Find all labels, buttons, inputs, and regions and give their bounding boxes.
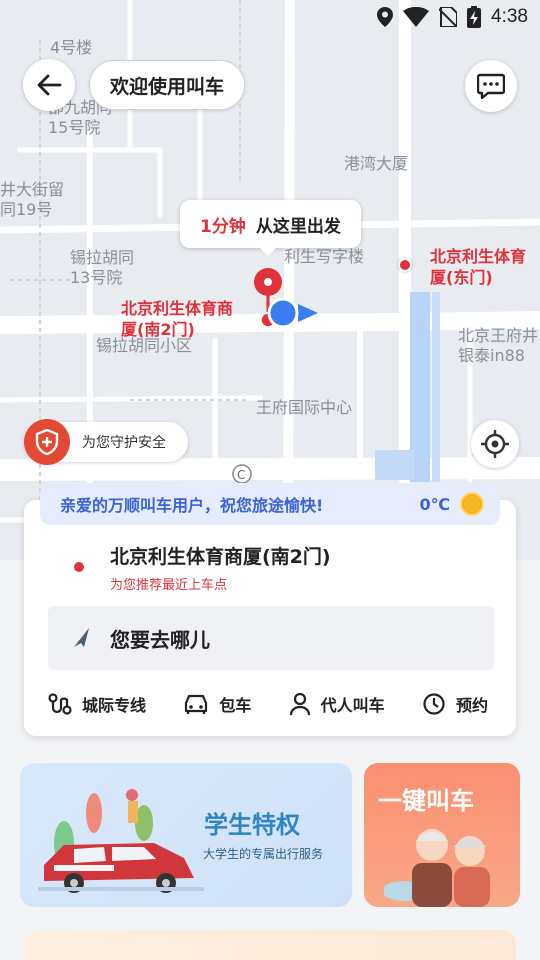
- messages-button[interactable]: [465, 60, 517, 112]
- pickup-eta: 1分钟: [200, 216, 246, 237]
- student-promo-title: 学生特权: [204, 811, 300, 839]
- elderly-couple-illustration: [384, 829, 490, 907]
- shield-icon: [24, 419, 70, 465]
- no-sim-icon: [439, 7, 458, 27]
- service-bar: 城际专线 包车 代人叫车 预约: [48, 690, 488, 718]
- one-key-call-card[interactable]: 一键叫车: [364, 763, 520, 907]
- student-promo-subtitle: 大学生的专属出行服务: [203, 847, 324, 861]
- map-label: 王府国际中心: [256, 398, 353, 417]
- intercity-route-icon: [48, 693, 72, 715]
- my-location-icon: [267, 298, 318, 329]
- service-charter[interactable]: 包车: [183, 690, 251, 718]
- pickup-name: 北京利生体育商厦(南2门): [110, 546, 331, 568]
- poi-label-east-gate[interactable]: 北京利生体育 厦(东门): [430, 246, 526, 288]
- map-label: 4号楼: [50, 38, 93, 57]
- service-label: 预约: [455, 696, 488, 715]
- person-icon: [289, 692, 310, 716]
- map-view[interactable]: C 4号楼 部九胡同 15号院 港湾大厦 井大街留 同19号 锡拉胡同 13号院…: [0, 0, 540, 560]
- service-reserve[interactable]: 预约: [422, 690, 488, 718]
- sun-icon: [462, 494, 482, 514]
- temperature: 0℃: [419, 494, 450, 514]
- greeting-banner: 亲爱的万顺叫车用户，祝您旅途愉快! 0℃: [40, 483, 500, 525]
- pickup-eta-bubble: 1分钟 从这里出发: [180, 200, 361, 256]
- pickup-hint: 为您推荐最近上车点: [110, 578, 228, 593]
- service-label: 包车: [219, 696, 252, 715]
- battery-charging-icon: [467, 6, 482, 28]
- map-label: 锡拉胡同 13号院: [70, 248, 135, 287]
- poi-label-south-gate[interactable]: 北京利生体育商 厦(南2门): [121, 298, 233, 340]
- student-promo-card[interactable]: 学生特权 大学生的专属出行服务: [20, 763, 352, 907]
- back-button[interactable]: [23, 59, 75, 111]
- service-label: 城际专线: [82, 696, 147, 715]
- service-proxy-call[interactable]: 代人叫车: [289, 690, 385, 718]
- one-key-call-title: 一键叫车: [378, 787, 474, 815]
- navigation-arrow-icon: [74, 628, 89, 647]
- car-illustration: [38, 789, 204, 893]
- charter-car-icon: [185, 694, 208, 714]
- safety-button[interactable]: 为您守护安全: [24, 419, 188, 465]
- crosshair-icon: [481, 430, 509, 458]
- clock-icon: [423, 693, 445, 715]
- more-promo-card[interactable]: [24, 930, 516, 960]
- map-label: 北京王府井 银泰in88: [458, 326, 539, 365]
- pickup-dot-icon: [74, 562, 84, 572]
- svg-text:C: C: [237, 468, 245, 482]
- poi-marker-east-gate[interactable]: [398, 258, 412, 272]
- locate-button[interactable]: [471, 420, 519, 468]
- wifi-icon: [403, 7, 430, 27]
- map-label: 港湾大厦: [344, 154, 409, 173]
- pickup-eta-text: 从这里出发: [255, 216, 341, 237]
- page-title: 欢迎使用叫车: [89, 60, 246, 110]
- destination-input[interactable]: 您要去哪儿: [48, 606, 494, 670]
- service-label: 代人叫车: [320, 696, 385, 715]
- destination-placeholder: 您要去哪儿: [110, 627, 210, 652]
- status-time: 4:38: [491, 6, 528, 27]
- map-label: 利生写字楼: [284, 247, 365, 266]
- map-label: 井大街留 同19号: [0, 180, 65, 219]
- chat-bubble-icon: [477, 73, 505, 99]
- location-icon: [377, 7, 394, 27]
- status-bar: 4:38: [0, 0, 540, 36]
- service-intercity[interactable]: 城际专线: [48, 690, 146, 718]
- arrow-left-icon: [37, 74, 62, 96]
- safety-label: 为您守护安全: [82, 435, 166, 451]
- greeting-text: 亲爱的万顺叫车用户，祝您旅途愉快!: [60, 496, 324, 515]
